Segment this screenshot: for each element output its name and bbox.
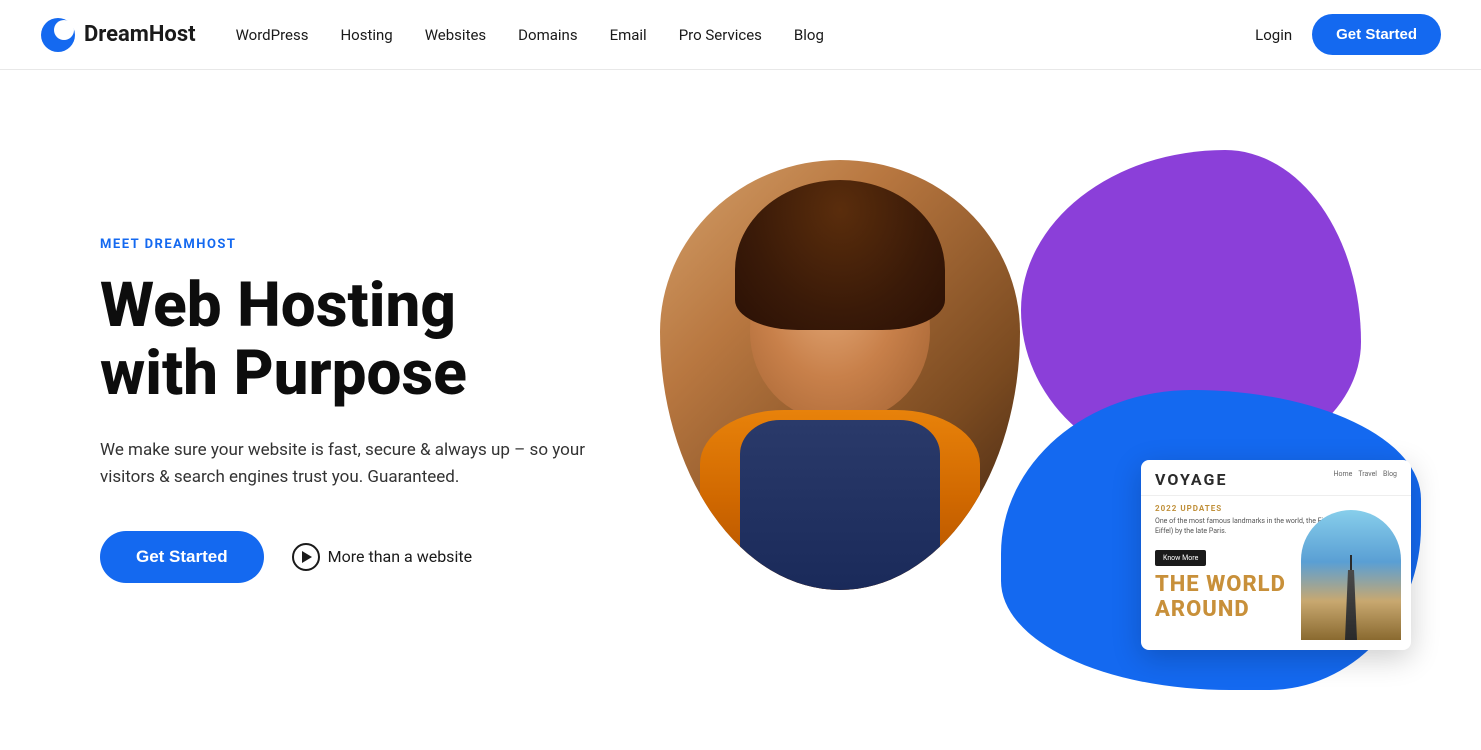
hero-content: MEET DREAMHOST Web Hosting with Purpose … xyxy=(100,237,600,583)
card-nav-blog: Blog xyxy=(1383,470,1397,478)
hero-section: MEET DREAMHOST Web Hosting with Purpose … xyxy=(0,70,1481,750)
nav-links: WordPress Hosting Websites Domains Email… xyxy=(236,26,1256,44)
navbar: DreamHost WordPress Hosting Websites Dom… xyxy=(0,0,1481,70)
nav-hosting[interactable]: Hosting xyxy=(340,26,392,44)
hero-subtitle: We make sure your website is fast, secur… xyxy=(100,437,600,491)
hero-title-line1: Web Hosting xyxy=(100,269,456,342)
nav-email[interactable]: Email xyxy=(610,26,647,44)
nav-wordpress[interactable]: WordPress xyxy=(236,26,309,44)
website-card: VOYAGE Home Travel Blog 2022 UPDATES One… xyxy=(1141,460,1411,650)
card-image-area xyxy=(1301,510,1401,640)
play-icon xyxy=(292,543,320,571)
nav-websites[interactable]: Websites xyxy=(425,26,486,44)
hero-eyebrow: MEET DREAMHOST xyxy=(100,237,600,252)
hero-title-line2: with Purpose xyxy=(100,337,467,410)
card-nav-travel: Travel xyxy=(1358,470,1377,478)
hero-actions: Get Started More than a website xyxy=(100,531,600,583)
hero-title: Web Hosting with Purpose xyxy=(100,272,600,408)
more-than-website-link[interactable]: More than a website xyxy=(292,543,472,571)
nav-blog[interactable]: Blog xyxy=(794,26,824,44)
nav-get-started-button[interactable]: Get Started xyxy=(1312,14,1441,55)
brand-name: DreamHost xyxy=(84,22,196,47)
play-triangle xyxy=(302,551,312,563)
card-know-more: Know More xyxy=(1155,550,1206,566)
secondary-link-label: More than a website xyxy=(328,547,472,566)
nav-pro-services[interactable]: Pro Services xyxy=(679,26,762,44)
person-hair xyxy=(735,180,945,330)
nav-domains[interactable]: Domains xyxy=(518,26,577,44)
dreamhost-logo-icon xyxy=(40,17,76,53)
card-site-name: VOYAGE xyxy=(1155,470,1227,489)
nav-actions: Login Get Started xyxy=(1255,14,1441,55)
logo-link[interactable]: DreamHost xyxy=(40,17,196,53)
card-nav-home: Home xyxy=(1333,470,1352,478)
card-header: VOYAGE Home Travel Blog xyxy=(1141,460,1411,496)
hero-get-started-button[interactable]: Get Started xyxy=(100,531,264,583)
hero-visual: VOYAGE Home Travel Blog 2022 UPDATES One… xyxy=(600,130,1441,690)
login-link[interactable]: Login xyxy=(1255,26,1292,44)
card-nav-items: Home Travel Blog xyxy=(1333,470,1397,478)
card-tower-eiffel xyxy=(1345,570,1357,640)
person-photo xyxy=(660,160,1020,590)
person-apron xyxy=(740,420,940,590)
